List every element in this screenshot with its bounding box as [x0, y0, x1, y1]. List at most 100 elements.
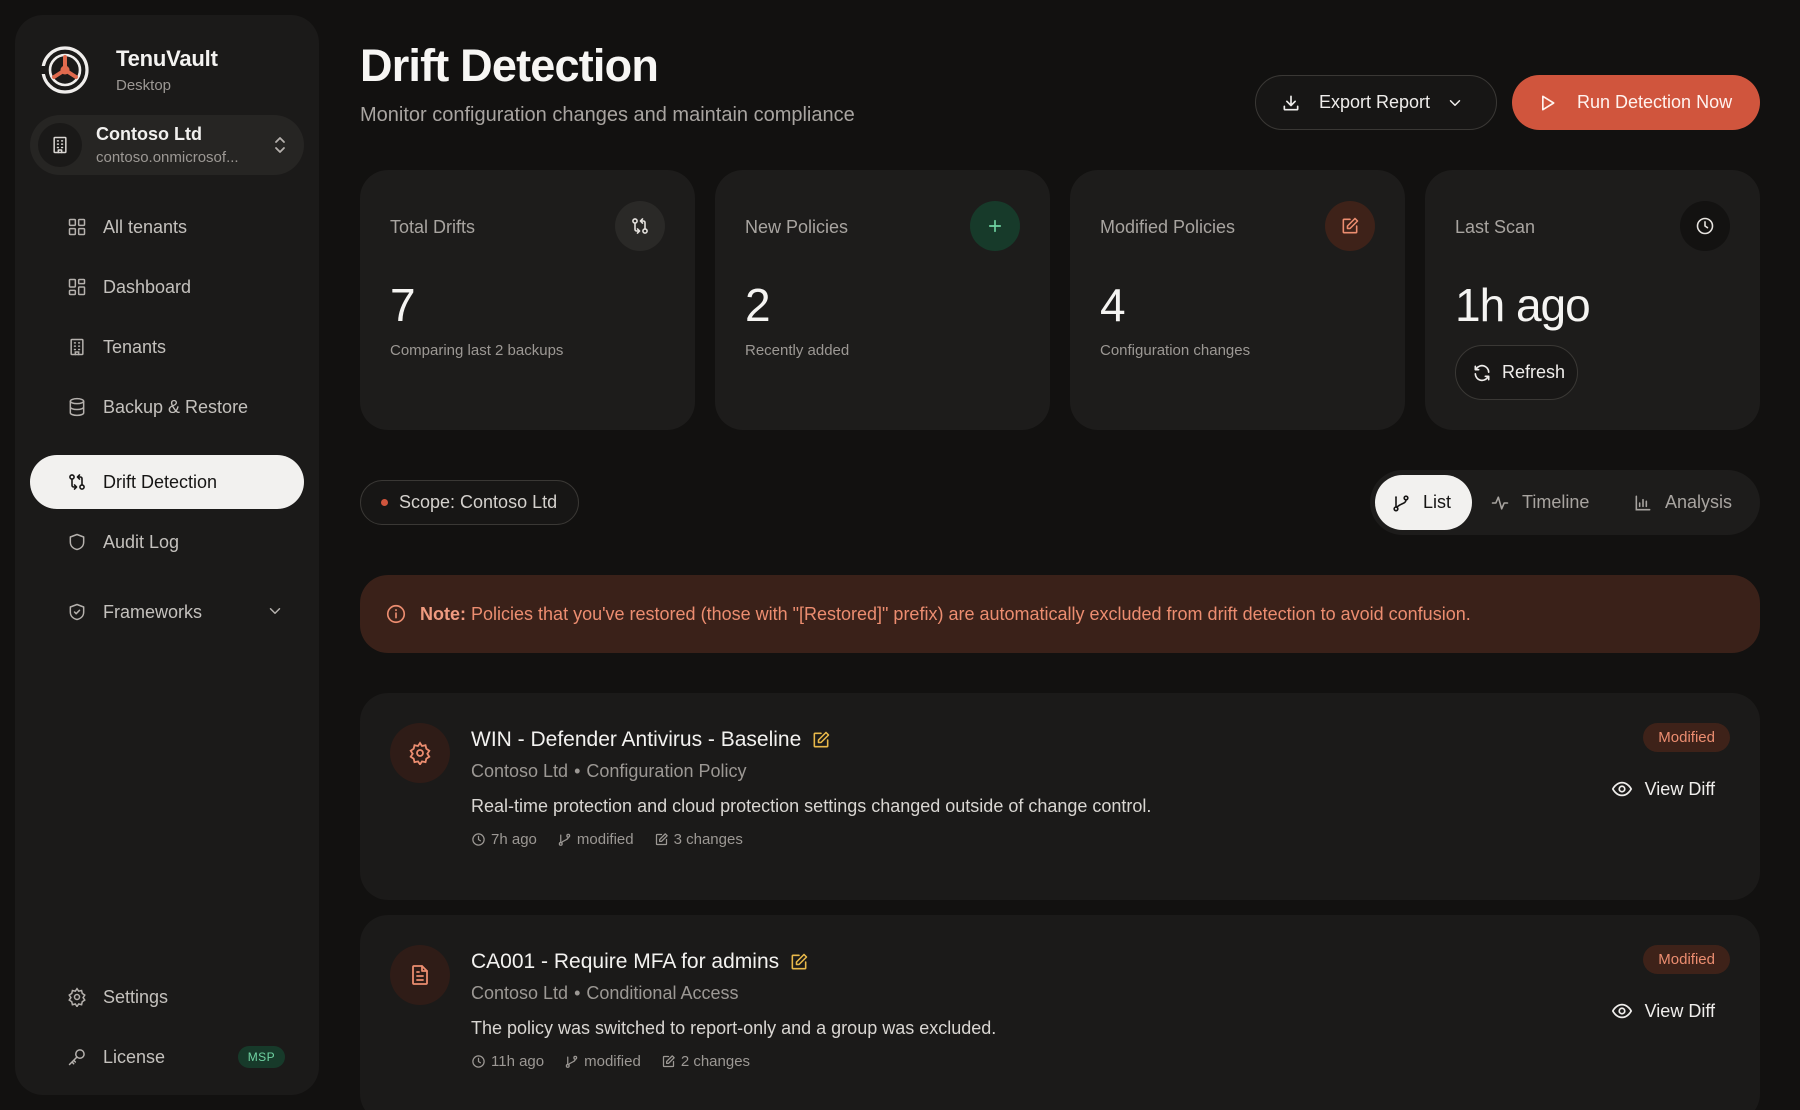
stat-card-new-policies: New Policies 2 Recently added — [715, 170, 1050, 430]
view-diff-button[interactable]: View Diff — [1611, 778, 1715, 800]
sidebar-item-settings[interactable]: Settings — [30, 970, 304, 1024]
drift-type: Conditional Access — [586, 983, 739, 1003]
download-icon — [1281, 93, 1301, 113]
bar-chart-icon — [1633, 493, 1653, 513]
sidebar-item-dashboard[interactable]: Dashboard — [30, 260, 304, 314]
app-logo-icon — [37, 42, 93, 98]
clock-icon — [472, 833, 485, 846]
stat-card-total-drifts: Total Drifts 7 Comparing last 2 backups — [360, 170, 695, 430]
stat-value: 1h ago — [1455, 279, 1591, 331]
status-badge: Modified — [1643, 723, 1730, 752]
brand: TenuVault Desktop — [37, 42, 218, 98]
key-icon — [66, 1046, 88, 1068]
drift-change-type: modified — [576, 831, 634, 848]
sidebar-item-tenants[interactable]: Tenants — [30, 320, 304, 374]
drift-footer: 7h ago modified 3 changes — [471, 831, 763, 848]
view-diff-button[interactable]: View Diff — [1611, 1000, 1715, 1022]
drift-change-type: modified — [584, 1053, 641, 1070]
stat-value: 4 — [1100, 279, 1126, 331]
tenant-name: Contoso Ltd — [96, 124, 202, 144]
sidebar-item-label: All tenants — [103, 216, 188, 237]
sidebar-item-label: Frameworks — [103, 601, 203, 622]
refresh-button[interactable]: Refresh — [1455, 345, 1578, 400]
info-banner-text: Note: Policies that you've restored (tho… — [420, 604, 1471, 625]
play-icon — [1537, 93, 1557, 113]
stat-label: New Policies — [745, 217, 849, 237]
plus-icon — [970, 201, 1020, 251]
chevrons-up-down-icon — [272, 135, 288, 155]
tab-label: List — [1423, 492, 1452, 512]
sidebar-item-license[interactable]: License MSP — [30, 1030, 304, 1084]
stat-value: 2 — [745, 279, 771, 331]
document-icon — [390, 945, 450, 1005]
edit-icon — [655, 833, 668, 846]
tenant-domain: contoso.onmicrosof... — [96, 149, 239, 166]
stat-description: Configuration changes — [1100, 342, 1251, 359]
stat-label: Last Scan — [1455, 217, 1536, 237]
drift-description: Real-time protection and cloud protectio… — [471, 796, 1152, 816]
git-compare-icon — [66, 471, 88, 493]
view-diff-label: View Diff — [1644, 1000, 1715, 1021]
tab-list[interactable]: List — [1375, 475, 1472, 530]
export-report-button[interactable]: Export Report — [1255, 75, 1497, 130]
sidebar-item-backup-restore[interactable]: Backup & Restore — [30, 380, 304, 434]
stat-label: Modified Policies — [1100, 217, 1236, 237]
view-diff-label: View Diff — [1644, 778, 1715, 799]
tab-analysis[interactable]: Analysis — [1633, 475, 1758, 530]
view-switcher: List Timeline Analysis — [1370, 470, 1760, 535]
drift-title: CA001 - Require MFA for admins — [471, 950, 780, 973]
grid-icon — [66, 216, 88, 238]
sidebar-item-frameworks[interactable]: Frameworks — [30, 585, 304, 639]
refresh-label: Refresh — [1502, 362, 1566, 382]
drift-change-count: 3 changes — [673, 831, 743, 848]
stat-label: Total Drifts — [390, 217, 476, 237]
sidebar-item-label: Drift Detection — [103, 471, 218, 492]
drift-meta: Contoso Ltd • Configuration Policy — [471, 761, 747, 781]
sidebar-item-drift-detection[interactable]: Drift Detection — [30, 455, 304, 509]
gear-icon — [66, 986, 88, 1008]
git-branch-icon — [565, 1055, 578, 1068]
status-dot — [381, 499, 388, 506]
tab-label: Analysis — [1665, 492, 1733, 512]
sidebar-item-label: Dashboard — [103, 276, 192, 297]
building-icon — [66, 336, 88, 358]
app-subtitle: Desktop — [116, 77, 172, 94]
eye-icon — [1611, 1003, 1632, 1019]
run-detection-button[interactable]: Run Detection Now — [1512, 75, 1760, 130]
stat-description: Comparing last 2 backups — [390, 342, 564, 359]
info-banner: Note: Policies that you've restored (tho… — [360, 575, 1760, 653]
sidebar-item-label: License — [103, 1046, 166, 1067]
run-detection-label: Run Detection Now — [1577, 92, 1733, 112]
drift-item: CA001 - Require MFA for admins Contoso L… — [360, 915, 1760, 1110]
sidebar-item-audit-log[interactable]: Audit Log — [30, 515, 304, 569]
chevron-down-icon — [266, 602, 284, 620]
sidebar-item-label: Tenants — [103, 336, 167, 357]
chevron-down-icon — [1446, 94, 1464, 112]
tab-label: Timeline — [1522, 492, 1590, 512]
refresh-icon — [1472, 363, 1492, 383]
drift-tenant: Contoso Ltd — [471, 983, 569, 1003]
info-icon — [385, 603, 407, 625]
tab-timeline[interactable]: Timeline — [1490, 475, 1615, 530]
drift-meta: Contoso Ltd • Conditional Access — [471, 983, 739, 1003]
sidebar-item-label: Audit Log — [103, 531, 180, 552]
tenant-switcher[interactable]: Contoso Ltd contoso.onmicrosof... — [30, 115, 304, 175]
scope-indicator: Scope: Contoso Ltd — [360, 480, 579, 525]
stat-card-modified-policies: Modified Policies 4 Configuration change… — [1070, 170, 1405, 430]
clock-icon — [1680, 201, 1730, 251]
git-branch-icon — [1391, 493, 1411, 513]
license-badge: MSP — [237, 1046, 285, 1068]
app-name: TenuVault — [116, 46, 218, 71]
sidebar-item-all-tenants[interactable]: All tenants — [30, 200, 304, 254]
drift-type: Configuration Policy — [586, 761, 747, 781]
edit-icon — [662, 1055, 675, 1068]
activity-icon — [1490, 493, 1510, 513]
sidebar: TenuVault Desktop Contoso Ltd contoso.on… — [15, 15, 319, 1095]
stat-card-last-scan: Last Scan 1h ago Refresh — [1425, 170, 1760, 430]
drift-time: 7h ago — [491, 831, 537, 848]
drift-tenant: Contoso Ltd — [471, 761, 569, 781]
edit-icon — [1325, 201, 1375, 251]
drift-change-count: 2 changes — [680, 1053, 751, 1070]
page-title: Drift Detection — [360, 40, 659, 91]
status-badge: Modified — [1643, 945, 1730, 974]
